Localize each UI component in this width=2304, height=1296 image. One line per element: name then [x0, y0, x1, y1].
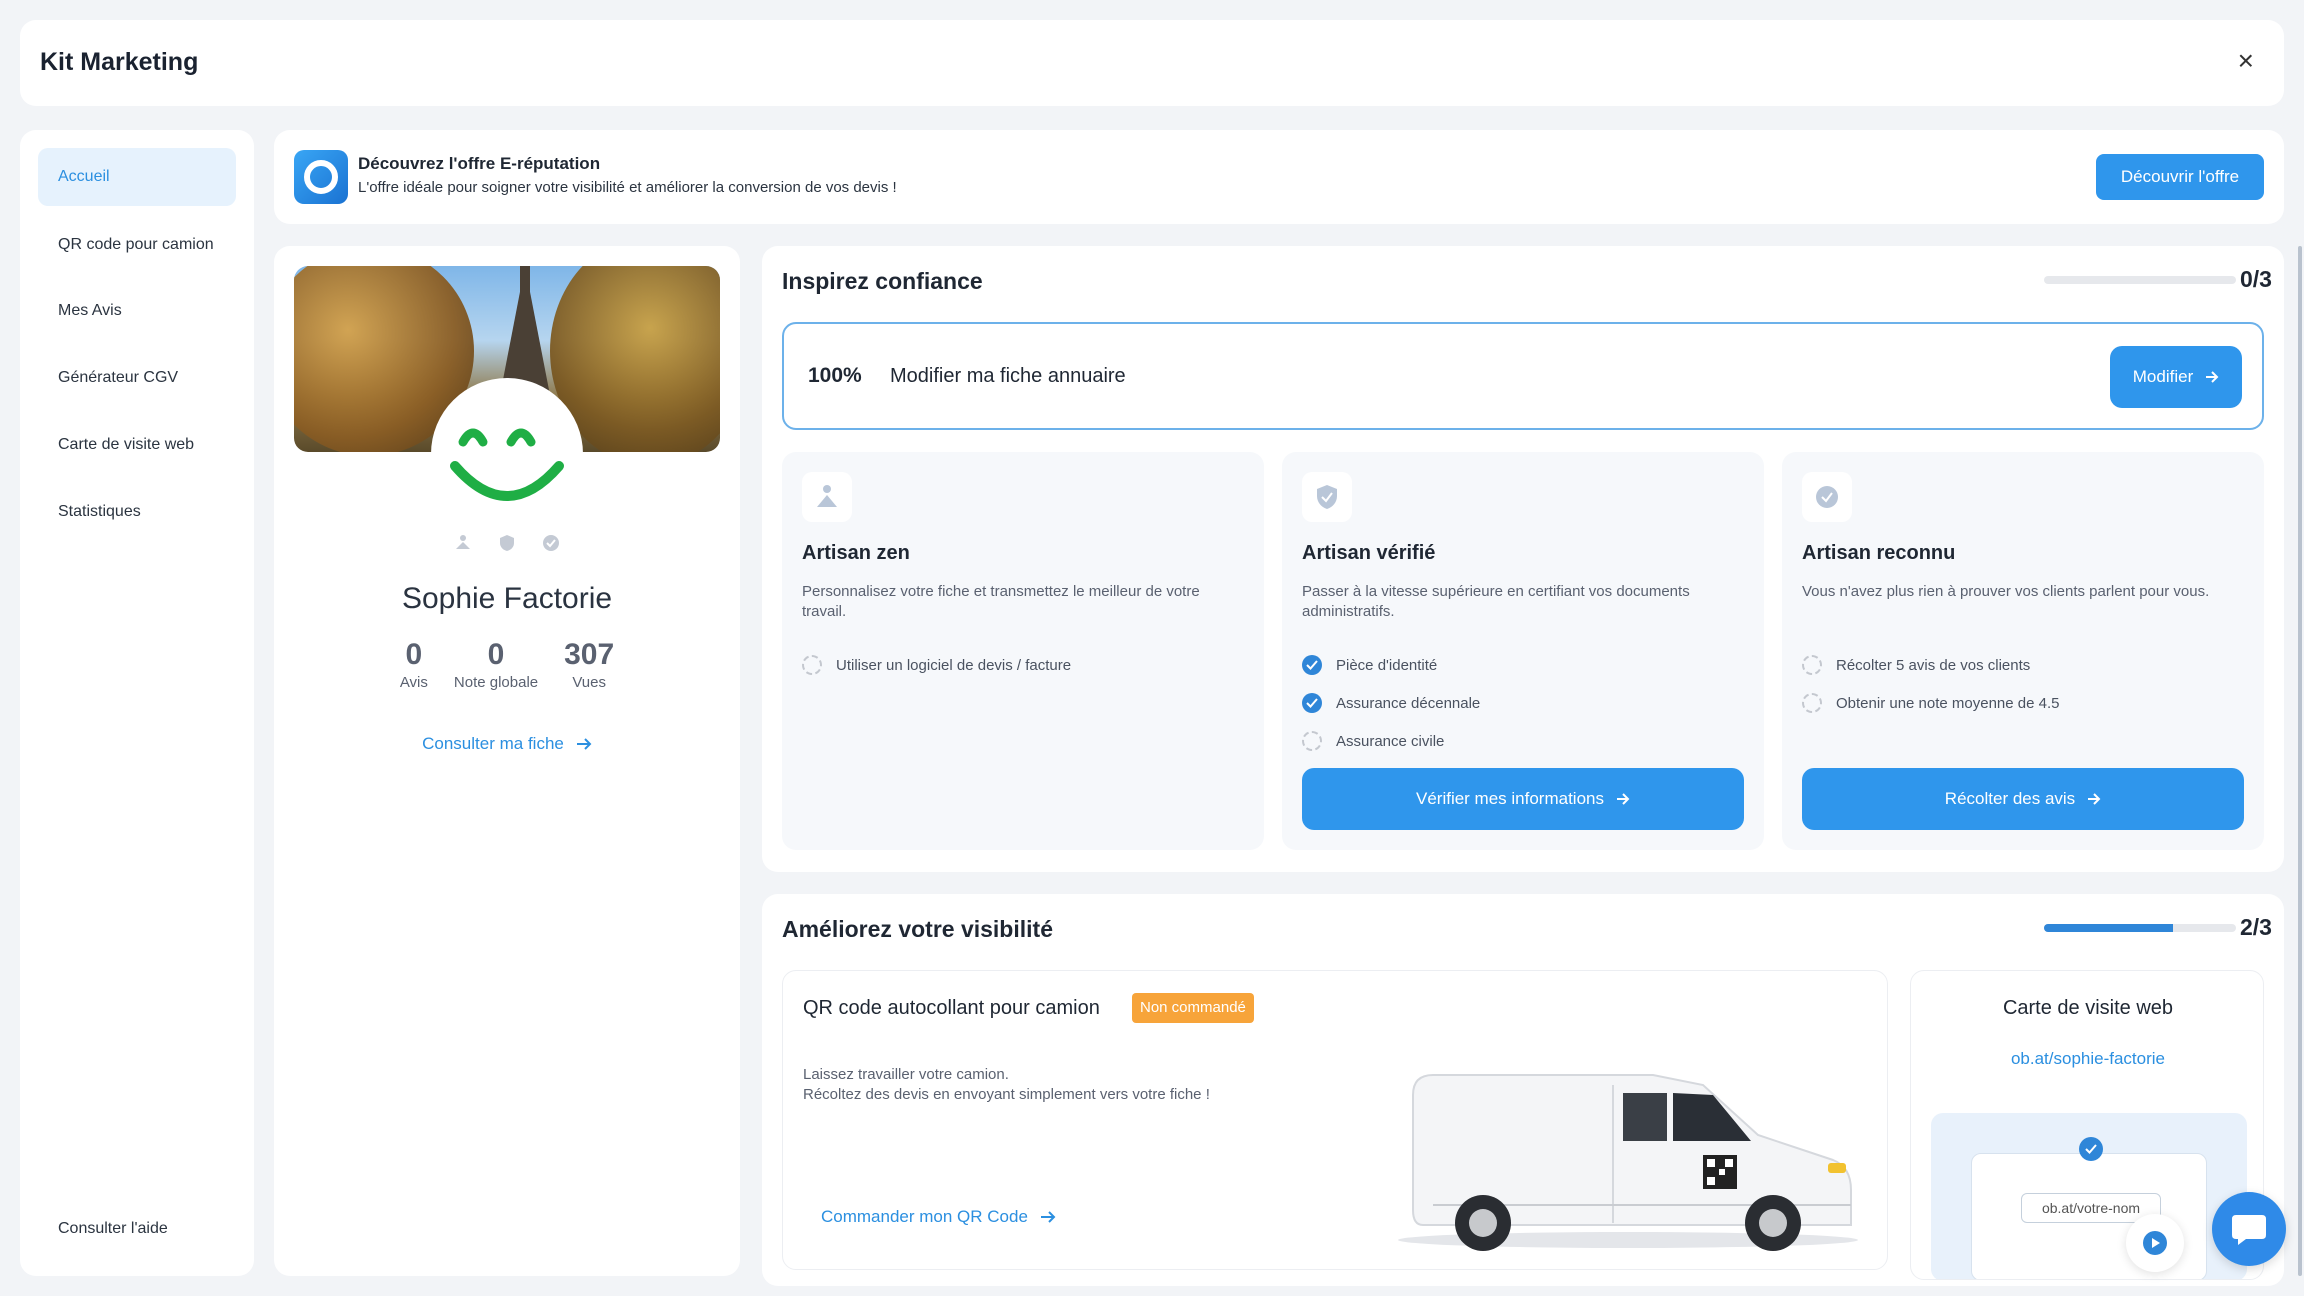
modify-button[interactable]: Modifier	[2110, 346, 2242, 408]
van-illustration	[1398, 1074, 1858, 1251]
avatar	[435, 382, 579, 526]
card-artisan-verifie: Artisan vérifié Passer à la vitesse supé…	[1282, 452, 1764, 850]
qr-sticker-card: QR code autocollant pour camion Non comm…	[782, 970, 1888, 1270]
view-profile-link[interactable]: Consulter ma fiche	[274, 734, 740, 754]
card-artisan-zen: Artisan zen Personnalisez votre fiche et…	[782, 452, 1264, 850]
listing-label: Modifier ma fiche annuaire	[890, 365, 1126, 387]
page-title: Kit Marketing	[40, 48, 199, 76]
cv-link[interactable]: ob.at/sophie-factorie	[1911, 1049, 2263, 1069]
trust-section: Inspirez confiance 0/3 100% Modifier ma …	[762, 246, 2284, 872]
scrollbar[interactable]	[2298, 246, 2302, 1276]
smile-logo-icon	[450, 428, 564, 501]
card-artisan-reconnu: Artisan reconnu Vous n'avez plus rien à …	[1782, 452, 2264, 850]
cv-title: Carte de visite web	[2002, 997, 2174, 1019]
visibility-progress-bar	[2044, 924, 2236, 932]
sidebar: Accueil QR code pour camion Mes Avis Gén…	[20, 130, 254, 1276]
collect-reviews-button[interactable]: Récolter des avis	[1802, 768, 2244, 830]
sidebar-item-avis[interactable]: Mes Avis	[38, 282, 236, 340]
card-title: Artisan reconnu	[1802, 542, 1956, 564]
offer-banner: Découvrez l'offre E-réputation L'offre i…	[274, 130, 2284, 224]
qr-title: QR code autocollant pour camion	[803, 997, 1100, 1019]
visibility-section: Améliorez votre visibilité 2/3 QR code a…	[762, 894, 2284, 1286]
check-item: Assurance décennale	[1302, 684, 1480, 722]
header-bar: Kit Marketing ×	[20, 20, 2284, 106]
check-icon	[2079, 1137, 2103, 1161]
arrow-right-icon	[1617, 793, 1630, 805]
arrow-right-icon	[2088, 793, 2101, 805]
e-reputation-logo-icon	[294, 150, 348, 204]
card-description: Personnalisez votre fiche et transmettez…	[802, 583, 1200, 620]
qr-description: Laissez travailler votre camion. Récolte…	[803, 1066, 1210, 1103]
badge-check-icon	[1802, 472, 1852, 522]
meditation-icon	[802, 472, 852, 522]
check-item: Utiliser un logiciel de devis / facture	[802, 646, 1071, 684]
arrow-right-icon	[576, 738, 592, 750]
arrow-right-icon	[1040, 1211, 1056, 1223]
edit-listing-box: 100% Modifier ma fiche annuaire Modifier	[782, 322, 2264, 430]
profile-name: Sophie Factorie	[401, 582, 613, 615]
order-qr-link[interactable]: Commander mon QR Code	[821, 1207, 1056, 1227]
close-icon[interactable]: ×	[2238, 47, 2254, 75]
arrow-right-icon	[2206, 371, 2219, 383]
shield-icon	[498, 534, 516, 552]
discover-offer-button[interactable]: Découvrir l'offre	[2096, 154, 2264, 200]
card-title: Artisan zen	[802, 542, 910, 564]
card-title: Artisan vérifié	[1302, 542, 1436, 564]
stat-avis: 0 Avis	[399, 638, 428, 691]
verify-info-button[interactable]: Vérifier mes informations	[1302, 768, 1744, 830]
check-item: Obtenir une note moyenne de 4.5	[1802, 684, 2060, 722]
badge-icons	[274, 534, 740, 552]
badge-check-icon	[542, 534, 560, 552]
meditation-icon	[454, 534, 472, 552]
shield-check-icon	[1302, 472, 1352, 522]
card-description: Passer à la vitesse supérieure en certif…	[1302, 583, 1690, 620]
visibility-progress-text: 2/3	[2240, 914, 2272, 940]
visibility-title: Améliorez votre visibilité	[782, 916, 1053, 942]
check-item: Récolter 5 avis de vos clients	[1802, 646, 2060, 684]
trust-progress-bar	[2044, 276, 2236, 284]
help-link[interactable]: Consulter l'aide	[38, 1200, 236, 1258]
cv-illustration: ob.at/votre-nom	[1931, 1113, 2247, 1279]
play-icon[interactable]	[2126, 1214, 2184, 1272]
trust-progress-text: 0/3	[2240, 266, 2272, 292]
check-item: Pièce d'identité	[1302, 646, 1480, 684]
banner-title: Découvrez l'offre E-réputation	[358, 154, 601, 173]
listing-percent: 100%	[808, 364, 862, 387]
profile-card: Sophie Factorie 0 Avis 0 Note globale 30…	[274, 246, 740, 1276]
profile-stats: 0 Avis 0 Note globale 307 Vues	[274, 638, 740, 691]
sidebar-item-accueil[interactable]: Accueil	[38, 148, 236, 206]
sidebar-item-statistiques[interactable]: Statistiques	[38, 483, 236, 541]
sidebar-item-cgv[interactable]: Générateur CGV	[38, 349, 236, 407]
card-description: Vous n'avez plus rien à prouver vos clie…	[1802, 583, 2210, 600]
stat-vues: 307 Vues	[564, 638, 615, 691]
sidebar-item-carte-visite[interactable]: Carte de visite web	[38, 416, 236, 474]
check-item: Assurance civile	[1302, 722, 1480, 760]
banner-subtitle: L'offre idéale pour soigner votre visibi…	[358, 179, 897, 196]
business-card-web: Carte de visite web ob.at/sophie-factori…	[1910, 970, 2264, 1280]
trust-title: Inspirez confiance	[782, 268, 983, 294]
stat-note: 0 Note globale	[453, 638, 539, 691]
sidebar-item-qr-code[interactable]: QR code pour camion	[38, 216, 236, 274]
chat-icon[interactable]	[2212, 1192, 2286, 1266]
status-badge: Non commandé	[1132, 993, 1254, 1023]
